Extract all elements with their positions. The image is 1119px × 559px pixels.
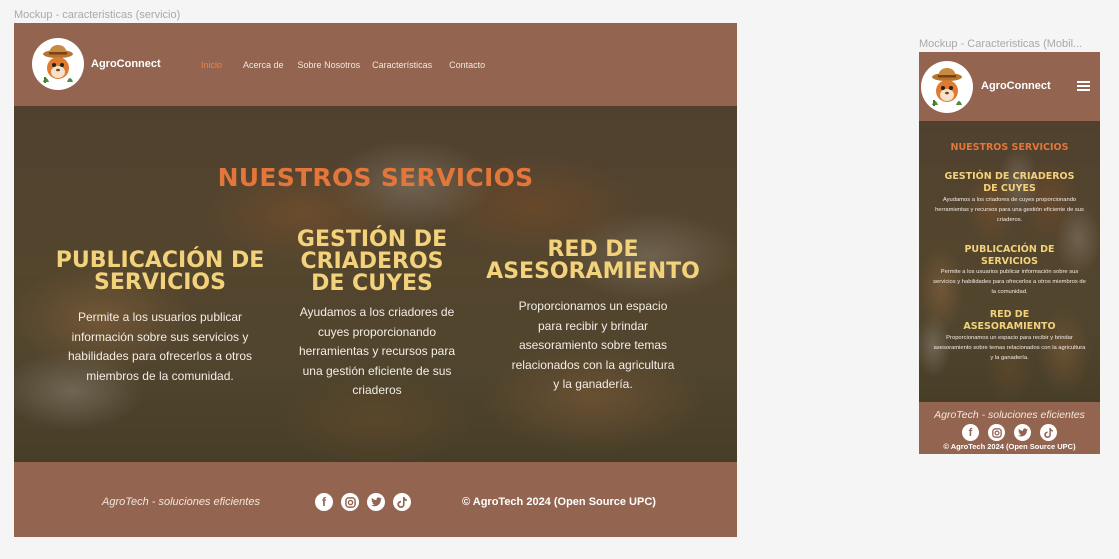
logo[interactable] xyxy=(32,38,84,90)
service-title-gestion: GESTIÓN DE CRIADEROS DE CUYES xyxy=(944,171,1075,195)
section-title: NUESTROS SERVICIOS xyxy=(217,163,534,192)
footer-copyright: © AgroTech 2024 (Open Source UPC) xyxy=(943,442,1076,451)
service-text-gestion: Ayudamos a los criadores de cuyes propor… xyxy=(298,305,456,397)
mobile-mockup: AgroConnect NUESTROS SERVICIOS GESTIÓN D… xyxy=(919,52,1100,454)
nav-item-sobre-nosotros[interactable]: Sobre Nosotros xyxy=(298,60,361,70)
mobile-footer: AgroTech - soluciones eficientes f © Agr… xyxy=(919,402,1100,454)
hamburger-menu-icon[interactable] xyxy=(1077,81,1090,91)
desktop-mockup: AgroConnect Inicio Acerca de Sobre Nosot… xyxy=(14,23,737,537)
main-nav: Inicio Acerca de Sobre Nosotros Caracter… xyxy=(201,60,485,70)
service-text-red: Proporcionamos un espacio para recibir y… xyxy=(933,335,1086,361)
section-title: NUESTROS SERVICIOS xyxy=(950,142,1069,153)
desktop-footer: AgroTech - soluciones eficientes f © Agr… xyxy=(14,462,737,537)
social-links: f xyxy=(962,424,1057,441)
services-hero: NUESTROS SERVICIOS PUBLICACIÓN DE SERVIC… xyxy=(14,106,737,462)
mobile-header: AgroConnect xyxy=(919,52,1100,121)
mobile-frame-label: Mockup - Caracteristicas (Mobil... xyxy=(919,38,1083,50)
service-title-red: RED DE ASESORAMIENTO xyxy=(963,309,1056,333)
service-text-gestion: Ayudamos a los criadores de cuyes propor… xyxy=(935,197,1084,223)
nav-item-contacto[interactable]: Contacto xyxy=(449,60,485,70)
service-title-publicacion: PUBLICACIÓN DE SERVICIOS xyxy=(964,244,1055,268)
service-text-publicacion: Permite a los usuarios publicar informac… xyxy=(67,310,253,383)
service-text-red: Proporcionamos un espacio para recibir y… xyxy=(511,299,675,391)
desktop-header: AgroConnect Inicio Acerca de Sobre Nosot… xyxy=(14,23,737,106)
footer-tagline: AgroTech - soluciones eficientes xyxy=(102,496,260,508)
instagram-icon[interactable] xyxy=(988,424,1005,441)
footer-copyright: © AgroTech 2024 (Open Source UPC) xyxy=(462,496,656,508)
desktop-frame-label: Mockup - caracteristicas (servicio) xyxy=(14,9,181,21)
social-links: f xyxy=(315,493,411,511)
service-text-publicacion: Permite a los usuarios publicar informac… xyxy=(933,269,1086,295)
services-hero: NUESTROS SERVICIOS GESTIÓN DE CRIADEROS … xyxy=(919,121,1100,402)
nav-item-caracteristicas[interactable]: Características xyxy=(372,60,432,70)
nav-item-inicio[interactable]: Inicio xyxy=(201,60,222,70)
guinea-pig-farmer-logo-icon xyxy=(932,68,962,106)
service-title-publicacion: PUBLICACIÓN DE SERVICIOS xyxy=(55,248,265,295)
guinea-pig-farmer-logo-icon xyxy=(43,45,73,83)
tiktok-icon[interactable] xyxy=(393,493,411,511)
instagram-icon[interactable] xyxy=(341,493,359,511)
facebook-icon[interactable]: f xyxy=(315,493,333,511)
service-title-red: RED DE ASESORAMIENTO xyxy=(486,237,700,284)
footer-tagline: AgroTech - soluciones eficientes xyxy=(934,409,1085,421)
tiktok-icon[interactable] xyxy=(1040,424,1057,441)
brand-name[interactable]: AgroConnect xyxy=(91,58,161,70)
twitter-icon[interactable] xyxy=(1014,424,1031,441)
brand-name[interactable]: AgroConnect xyxy=(981,80,1051,92)
nav-item-acerca-de[interactable]: Acerca de xyxy=(243,60,284,70)
facebook-icon[interactable]: f xyxy=(962,424,979,441)
logo[interactable] xyxy=(921,61,973,113)
service-title-gestion: GESTIÓN DE CRIADEROS DE CUYES xyxy=(296,227,448,296)
twitter-icon[interactable] xyxy=(367,493,385,511)
